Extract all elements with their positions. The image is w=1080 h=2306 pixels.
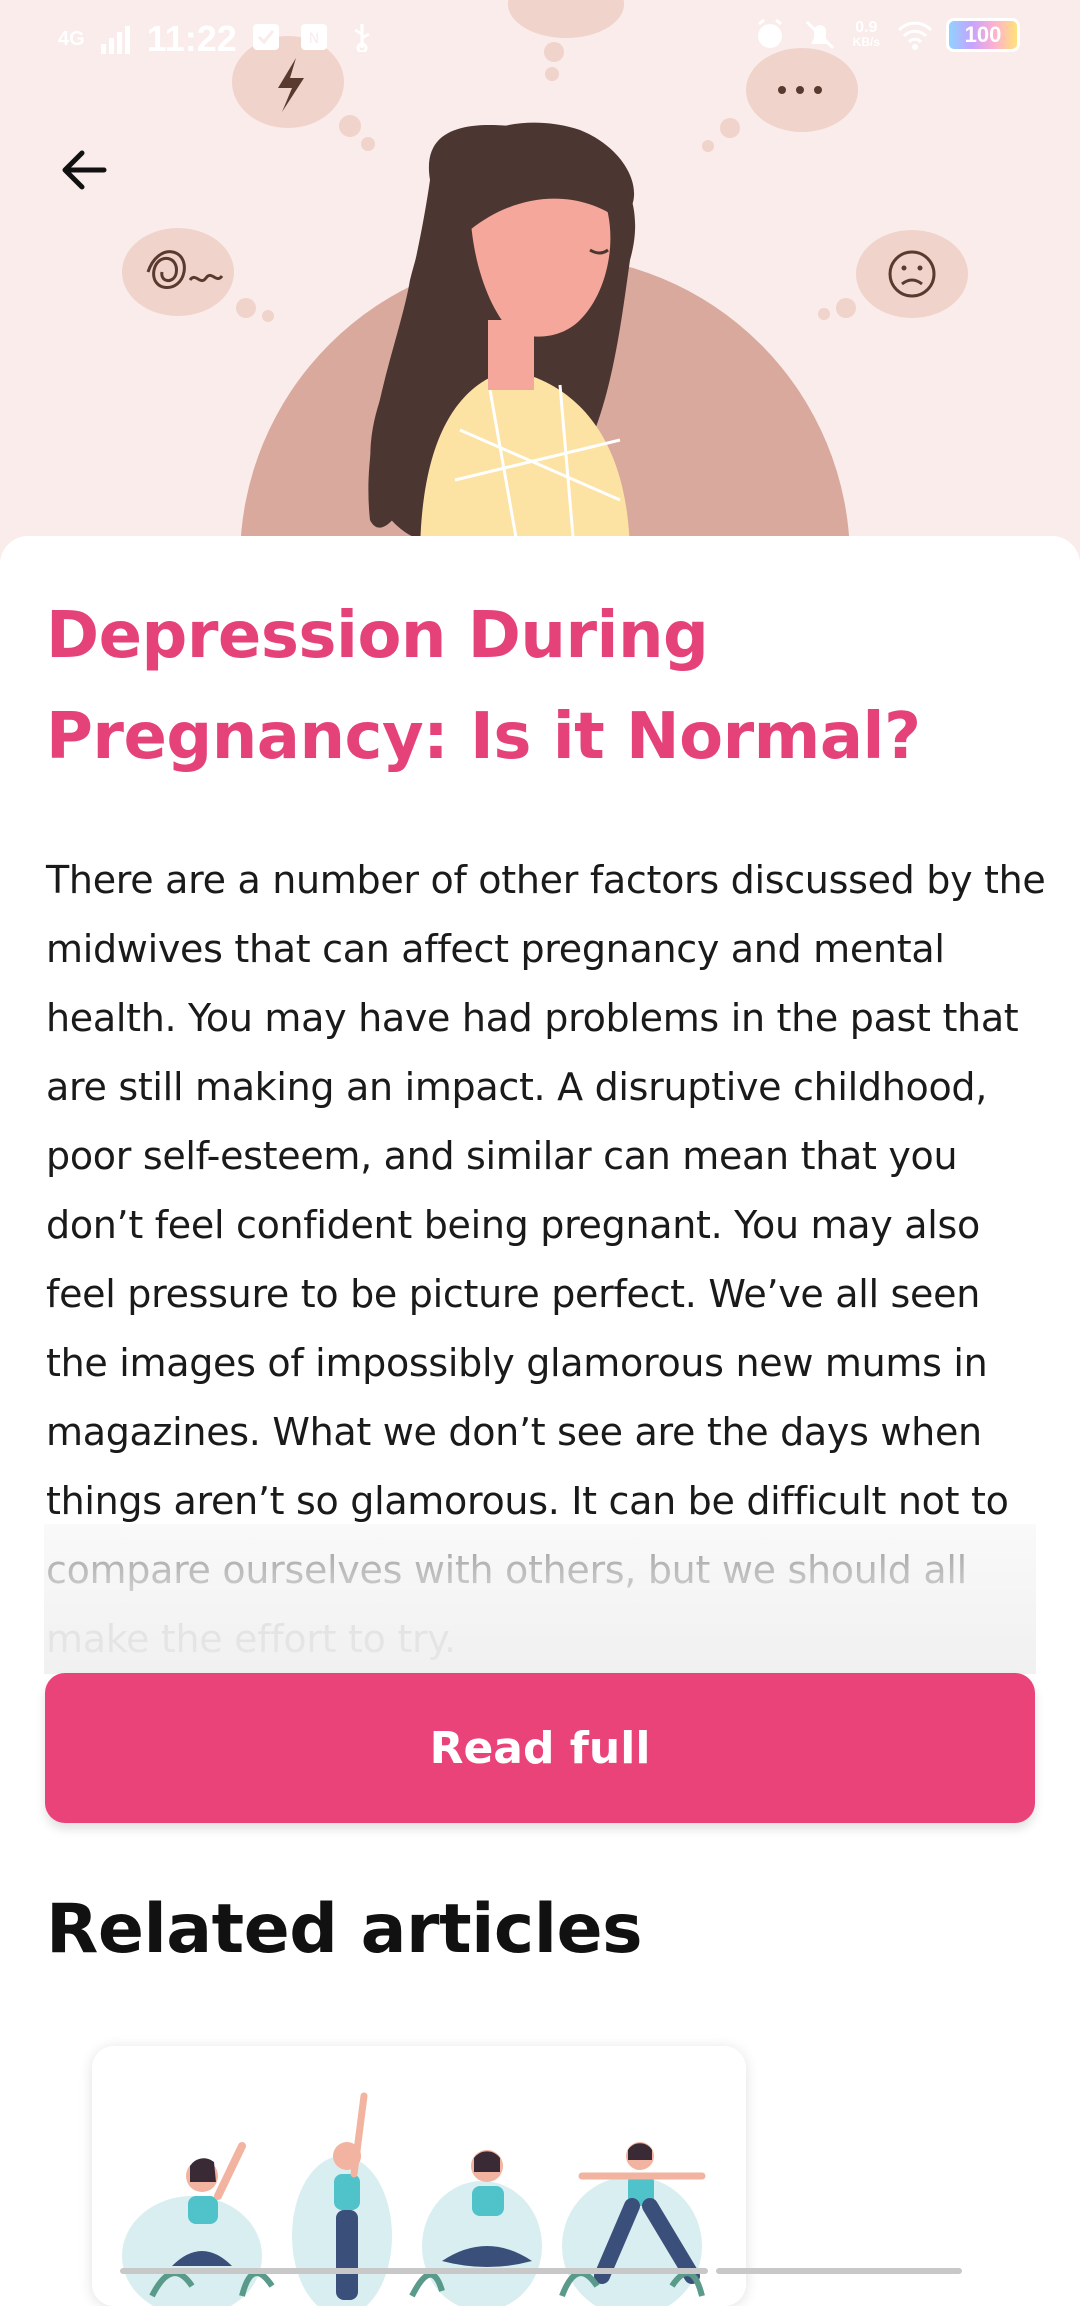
usb-icon bbox=[347, 22, 381, 56]
check-notification-icon bbox=[251, 22, 285, 56]
status-bar: 4G 11:22 N 0.9 KB/s 100 bbox=[0, 0, 1080, 84]
hero-illustration bbox=[0, 0, 1080, 560]
speed-unit: KB/s bbox=[852, 35, 880, 49]
status-left: 4G 11:22 N bbox=[58, 18, 381, 60]
status-time: 11:22 bbox=[146, 18, 237, 59]
carousel-scroll-indicator-next bbox=[716, 2268, 962, 2274]
battery-icon: 100 bbox=[946, 18, 1020, 52]
alarm-icon bbox=[753, 18, 787, 52]
network-speed: 0.9 KB/s bbox=[852, 19, 880, 50]
read-full-button[interactable]: Read full bbox=[45, 1673, 1035, 1823]
arrow-left-icon bbox=[62, 150, 107, 190]
network-label: 4G bbox=[58, 27, 85, 50]
signal-icon bbox=[99, 22, 133, 56]
carousel-scroll-indicator bbox=[120, 2268, 708, 2274]
svg-text:N: N bbox=[309, 31, 319, 47]
speed-value: 0.9 bbox=[855, 19, 878, 36]
related-articles-heading: Related articles bbox=[46, 1890, 643, 1969]
yoga-illustration bbox=[92, 2046, 746, 2306]
battery-level: 100 bbox=[964, 22, 1002, 47]
app-notification-icon: N bbox=[299, 22, 333, 56]
article-title: Depression During Pregnancy: Is it Norma… bbox=[46, 599, 921, 774]
wifi-icon bbox=[896, 18, 933, 52]
bell-off-icon bbox=[803, 18, 837, 52]
status-right: 0.9 KB/s 100 bbox=[753, 18, 1020, 52]
related-article-card[interactable] bbox=[92, 2046, 746, 2306]
back-button[interactable] bbox=[44, 130, 124, 210]
woman-thinking-illustration bbox=[122, 0, 968, 560]
text-fade-overlay bbox=[44, 1524, 1036, 1674]
